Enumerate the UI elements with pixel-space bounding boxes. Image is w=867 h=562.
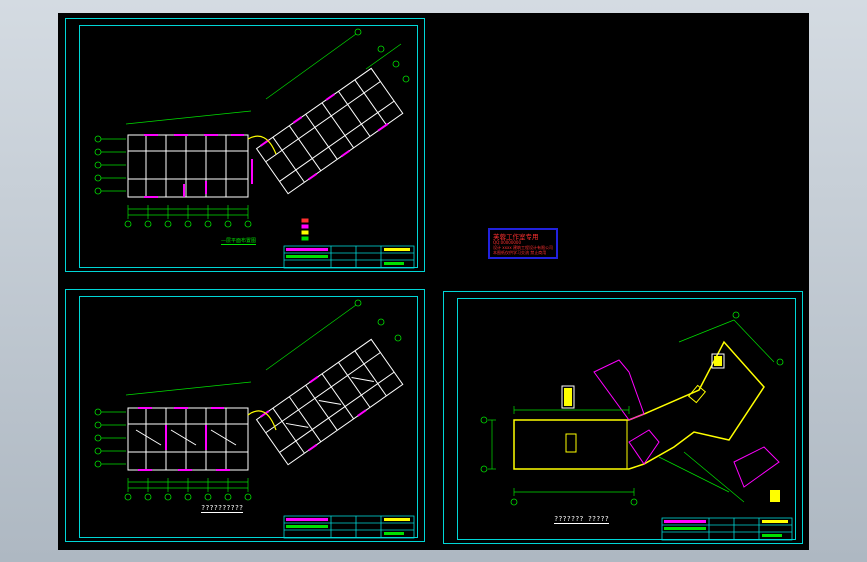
- floor-plan-1-drawing: [94, 28, 415, 269]
- sheet-floor-plan-1[interactable]: —层平面布置图: [65, 18, 425, 272]
- designer-stamp: 芙蓉工作室专用 QQ:00000000 设计 xxxx 建筑工程设计有限公司 本…: [488, 228, 558, 259]
- site-plan-caption: ??????? ?????: [554, 515, 609, 524]
- floor-plan-2-caption: ??????????: [201, 504, 244, 513]
- drawing-viewport[interactable]: —层平面布置图 ?????????? ??????? ????? 芙蓉工作室专用…: [58, 13, 809, 550]
- sheet-floor-plan-2[interactable]: ??????????: [65, 289, 425, 542]
- site-plan-drawing: [480, 311, 793, 541]
- floor-plan-1-caption: —层平面布置图: [221, 238, 257, 245]
- sheet-site-plan[interactable]: ??????? ?????: [443, 291, 803, 544]
- cad-application: —层平面布置图 ?????????? ??????? ????? 芙蓉工作室专用…: [0, 0, 867, 562]
- stamp-line-4: 本图纸仅供学习交流 禁止商用: [493, 250, 547, 255]
- floor-plan-2-drawing: [94, 299, 415, 539]
